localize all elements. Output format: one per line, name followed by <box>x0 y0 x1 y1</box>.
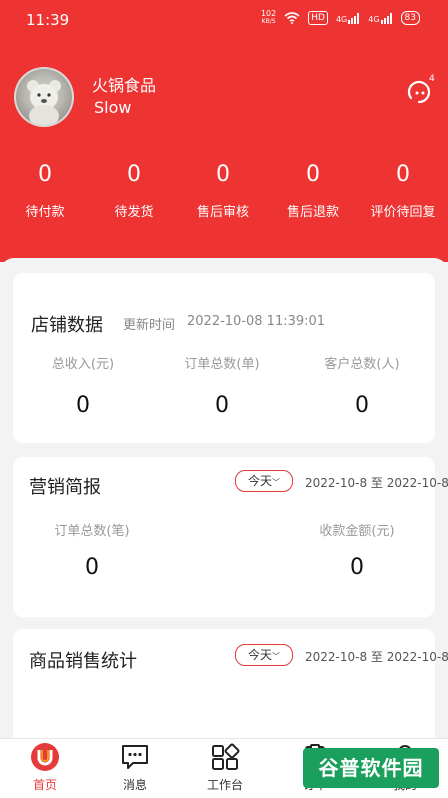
stat-aftersale-refund[interactable]: 0 售后退款 <box>268 162 358 220</box>
store-data-title: 店铺数据 <box>31 315 103 336</box>
marketing-card: 营销简报 今天﹀ 2022-10-8 至 2022-10-8 订单总数(笔) 0… <box>13 457 448 617</box>
teddy-bear-icon <box>27 80 61 125</box>
hd-icon: HD <box>308 11 328 25</box>
sales-stats-title: 商品销售统计 <box>29 651 137 672</box>
marketing-order-count: 0 <box>85 555 99 580</box>
signal-icon-2: 4G <box>368 12 392 24</box>
marketing-amount-label: 收款金额(元) <box>319 524 395 539</box>
battery-icon: 83 <box>400 11 420 25</box>
content-sheet: 店铺数据 更新时间 2022-10-08 11:39:01 总收入(元) 0 订… <box>0 258 448 749</box>
status-icons: 102 KB/S HD 4G 4G 83 <box>261 10 420 26</box>
net-speed: 102 KB/S <box>260 9 277 26</box>
message-icon <box>122 745 148 769</box>
stat-review-reply[interactable]: 0 评价待回复 <box>358 162 448 220</box>
metric-customer-count: 0 <box>355 393 369 418</box>
marketing-date-range: 2022-10-8 至 2022-10-8 <box>305 476 448 490</box>
marketing-order-count-label: 订单总数(笔) <box>54 524 130 539</box>
update-time: 2022-10-08 11:39:01 <box>187 314 326 329</box>
header <box>0 0 448 262</box>
stat-aftersale-review[interactable]: 0 售后审核 <box>178 162 268 220</box>
status-time: 11:39 <box>26 11 70 29</box>
status-bar: 11:39 102 KB/S HD 4G 4G 83 <box>0 0 448 36</box>
sales-stats-card: 商品销售统计 今天﹀ 2022-10-8 至 2022-10-8 <box>13 629 448 749</box>
user-name: Slow <box>94 98 132 117</box>
tab-messages[interactable]: 消息 <box>90 739 180 798</box>
home-logo-icon <box>31 743 59 771</box>
metric-customer-count-label: 客户总数(人) <box>324 357 400 372</box>
metric-total-income: 0 <box>76 393 90 418</box>
marketing-title: 营销简报 <box>29 477 101 498</box>
marketing-date-filter[interactable]: 今天﹀ <box>235 470 293 492</box>
chevron-down-icon: ﹀ <box>272 478 280 487</box>
tab-home-label: 首页 <box>32 778 57 792</box>
shop-name: 火锅食品 <box>92 76 157 95</box>
wifi-icon <box>284 12 300 24</box>
store-data-card: 店铺数据 更新时间 2022-10-08 11:39:01 总收入(元) 0 订… <box>13 273 435 443</box>
message-badge: 4 <box>429 74 435 84</box>
stat-pending-payment[interactable]: 0 待付款 <box>0 162 90 220</box>
metric-total-income-label: 总收入(元) <box>51 357 115 372</box>
customer-service-icon[interactable]: 4 <box>405 74 435 108</box>
tab-workbench-label: 工作台 <box>206 778 243 792</box>
tab-messages-label: 消息 <box>122 778 147 792</box>
order-stats: 0 待付款 0 待发货 0 售后审核 0 售后退款 0 评价待回复 <box>0 162 448 222</box>
signal-icon-1: 4G <box>336 12 360 24</box>
chevron-down-icon: ﹀ <box>272 652 280 661</box>
tab-home[interactable]: 首页 <box>0 739 90 798</box>
sales-date-range: 2022-10-8 至 2022-10-8 <box>305 650 448 664</box>
marketing-amount: 0 <box>350 555 364 580</box>
sales-date-filter[interactable]: 今天﹀ <box>235 644 293 666</box>
workbench-icon <box>212 743 240 770</box>
metric-order-count-label: 订单总数(单) <box>184 357 260 372</box>
metric-order-count: 0 <box>215 393 229 418</box>
avatar[interactable] <box>14 67 74 127</box>
watermark: 谷普软件园 <box>303 748 439 788</box>
tab-workbench[interactable]: 工作台 <box>180 739 270 798</box>
stat-pending-shipment[interactable]: 0 待发货 <box>89 162 179 220</box>
update-time-label: 更新时间 <box>123 318 176 333</box>
